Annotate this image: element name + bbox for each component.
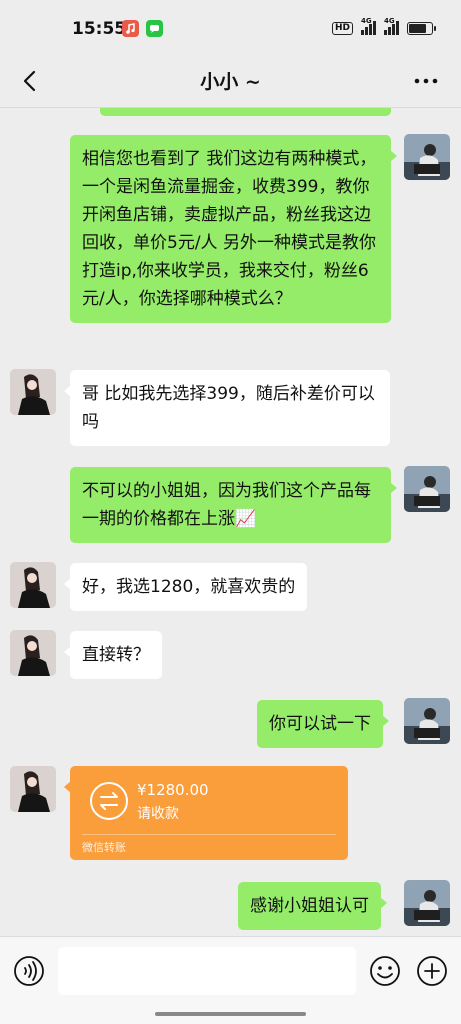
my-avatar[interactable] <box>404 466 450 512</box>
contact-avatar[interactable] <box>10 630 56 676</box>
transfer-card[interactable]: ¥1280.00 请收款 微信转账 <box>64 766 348 860</box>
signal-icon: 4G <box>361 17 376 35</box>
network-label: 4G <box>361 17 372 25</box>
message-input[interactable] <box>58 947 356 995</box>
message-bubble-received[interactable]: 直接转？ <box>64 631 162 679</box>
transfer-arrows-icon <box>90 782 128 820</box>
message-bubble-sent[interactable]: 你可以试一下 <box>257 700 389 748</box>
my-avatar[interactable] <box>404 880 450 926</box>
music-app-icon <box>122 20 139 37</box>
network-label: 4G <box>384 17 395 25</box>
contact-avatar[interactable] <box>10 369 56 415</box>
home-indicator[interactable] <box>155 1012 306 1016</box>
voice-icon <box>14 956 44 986</box>
signal-icon: 4G <box>384 17 399 35</box>
contact-avatar[interactable] <box>10 562 56 608</box>
my-avatar[interactable] <box>404 698 450 744</box>
chat-app-icon <box>146 20 163 37</box>
status-time: 15:55 <box>72 19 127 39</box>
chat-title: 小小 ~ <box>200 71 261 93</box>
message-bubble-received[interactable]: 哥 比如我先选择399，随后补差价可以吗 <box>64 370 390 446</box>
transfer-status: 请收款 <box>137 806 179 822</box>
previous-message-bubble <box>100 108 391 116</box>
emoji-icon <box>370 956 400 986</box>
input-bar <box>0 936 461 1024</box>
plus-button[interactable] <box>416 955 448 987</box>
message-bubble-sent[interactable]: 感谢小姐姐认可 <box>238 882 387 930</box>
my-avatar[interactable] <box>404 134 450 180</box>
status-bar: 15:55 HD 4G 4G <box>0 0 461 54</box>
emoji-button[interactable] <box>369 955 401 987</box>
transfer-divider <box>82 834 336 835</box>
status-indicators: HD 4G 4G <box>331 17 436 36</box>
voice-button[interactable] <box>13 955 45 987</box>
contact-avatar[interactable] <box>10 766 56 812</box>
transfer-amount: ¥1280.00 <box>137 781 209 799</box>
message-bubble-sent[interactable]: 相信您也看到了 我们这边有两种模式，一个是闲鱼流量掘金，收费399，教你开闲鱼店… <box>70 135 397 323</box>
plus-icon <box>417 956 447 986</box>
message-bubble-sent[interactable]: 不可以的小姐姐，因为我们这个产品每一期的价格都在上涨📈 <box>70 467 397 543</box>
chat-message-list[interactable]: 相信您也看到了 我们这边有两种模式，一个是闲鱼流量掘金，收费399，教你开闲鱼店… <box>0 108 461 936</box>
message-bubble-received[interactable]: 好，我选1280，就喜欢贵的 <box>63 563 308 611</box>
hd-badge: HD <box>331 21 353 35</box>
battery-icon <box>407 21 436 35</box>
chat-header: 小小 ~ <box>0 54 461 108</box>
transfer-footer: 微信转账 <box>82 841 126 854</box>
more-dots-icon <box>414 78 438 84</box>
more-button[interactable] <box>411 66 441 96</box>
